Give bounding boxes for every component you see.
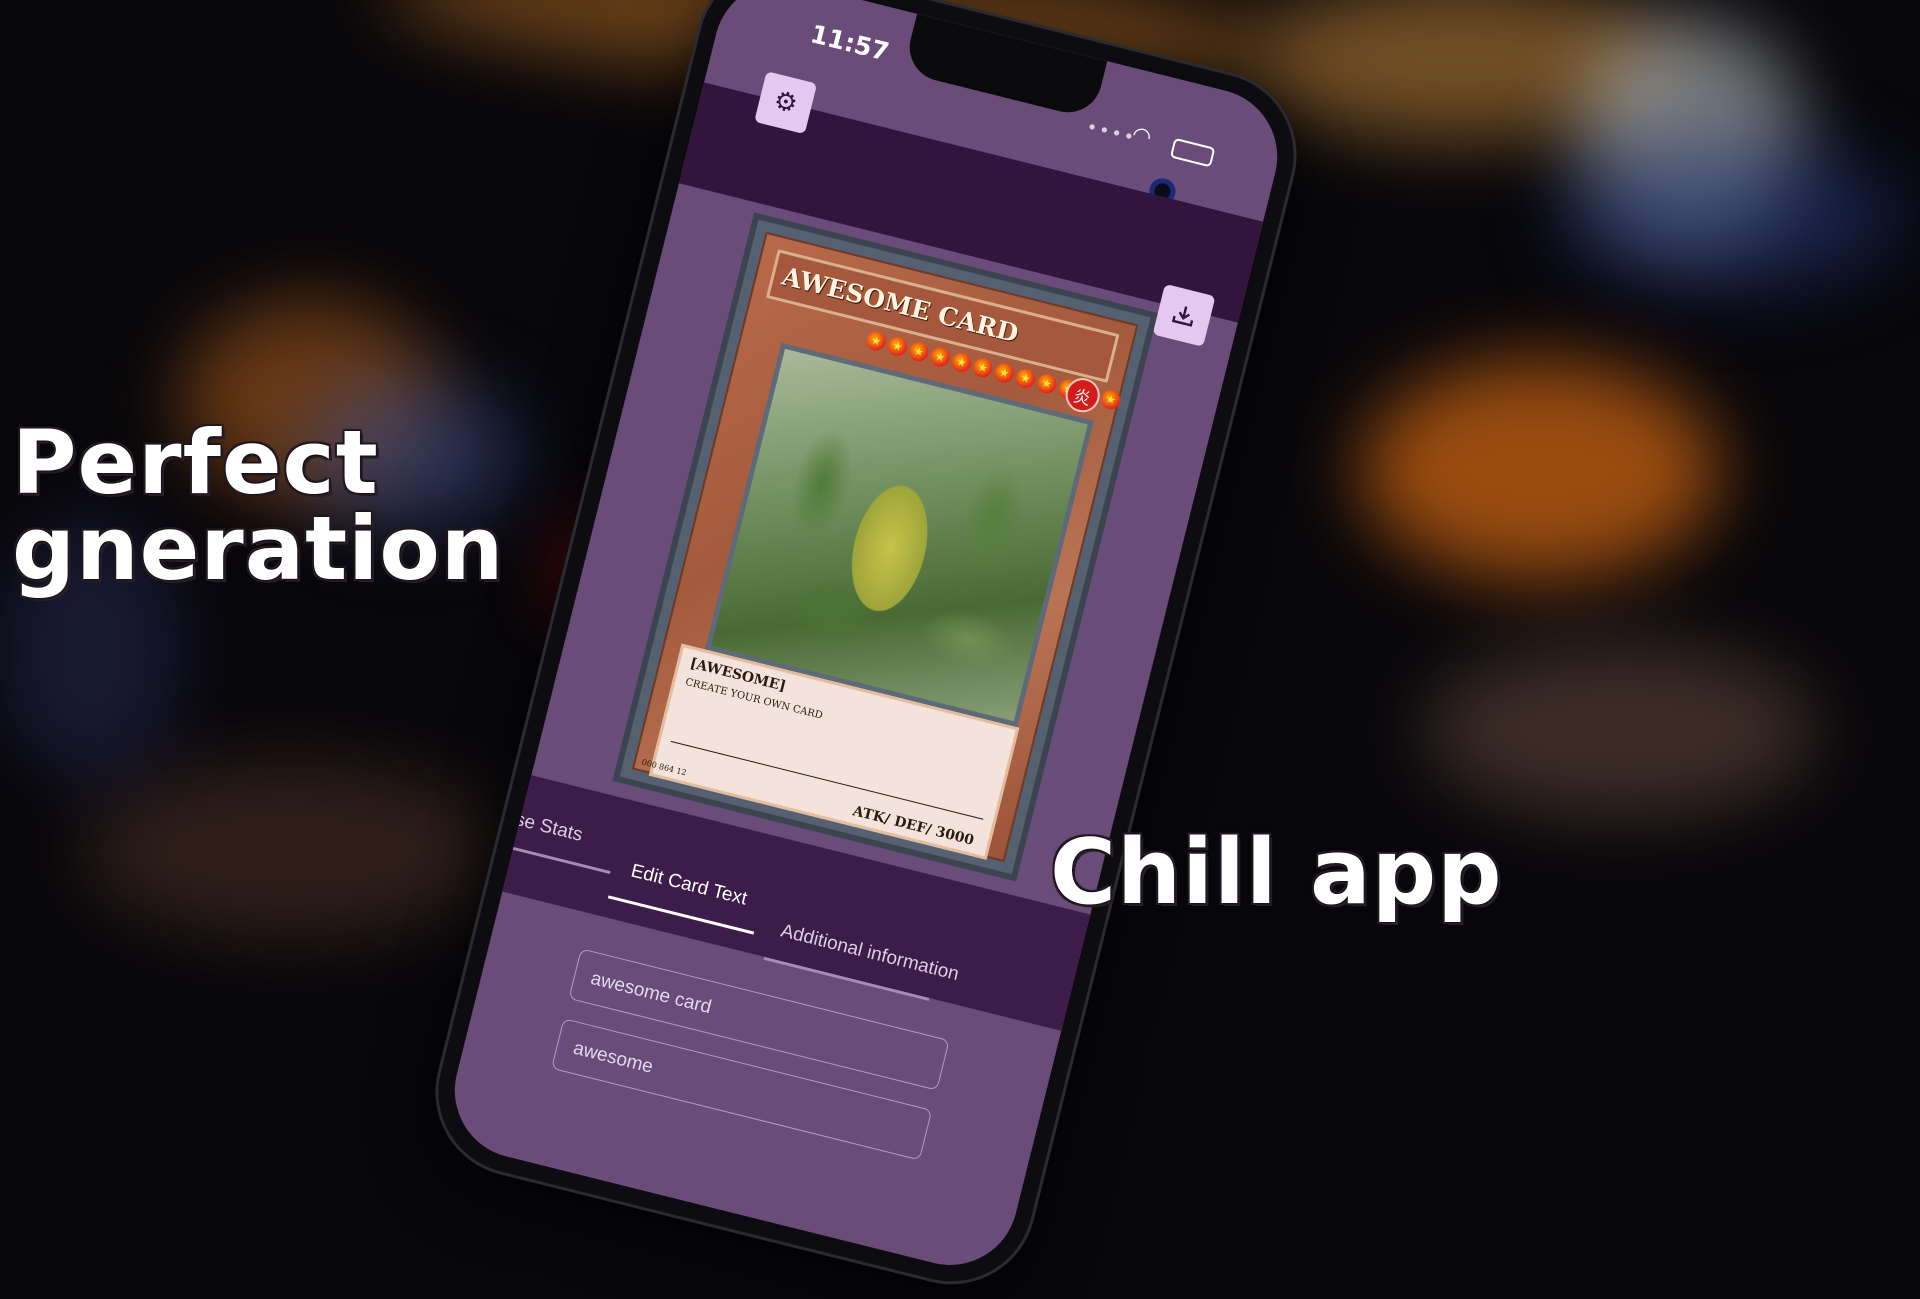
gear-icon: ⚙ xyxy=(770,85,801,121)
headline-left-line1: Perfect xyxy=(12,411,379,514)
stats-divider xyxy=(670,740,984,820)
level-star-icon: ★ xyxy=(928,345,952,369)
battery-icon xyxy=(1169,137,1216,168)
level-star-icon: ★ xyxy=(950,350,974,374)
headline-left: Perfect gneration xyxy=(12,411,505,600)
card-stats: ATK/ DEF/ 3000 xyxy=(850,803,976,849)
status-time: 11:57 xyxy=(807,19,892,67)
card-preview: AWESOME CARD ★★★★★★★★★★★★ 炎 [AWESOME] CR… xyxy=(619,219,1151,875)
wifi-icon: ◠ xyxy=(1129,121,1155,151)
tab-edit-card-text[interactable]: Edit Card Text xyxy=(628,860,750,910)
level-star-icon: ★ xyxy=(885,334,910,358)
level-star-icon: ★ xyxy=(1014,366,1038,390)
level-star-icon: ★ xyxy=(1099,388,1123,412)
download-button[interactable] xyxy=(1152,283,1216,347)
level-star-icon: ★ xyxy=(907,340,931,364)
headline-left-line2: gneration xyxy=(12,497,505,600)
level-star-icon: ★ xyxy=(864,329,888,353)
card: AWESOME CARD ★★★★★★★★★★★★ 炎 [AWESOME] CR… xyxy=(631,231,1139,863)
level-star-icon: ★ xyxy=(971,356,995,380)
level-star-icon: ★ xyxy=(1035,372,1059,396)
headline-right: Chill app xyxy=(1050,820,1503,925)
tab-additional-information[interactable]: Additional information xyxy=(778,920,961,986)
level-star-icon: ★ xyxy=(992,361,1016,385)
download-icon xyxy=(1171,306,1194,327)
